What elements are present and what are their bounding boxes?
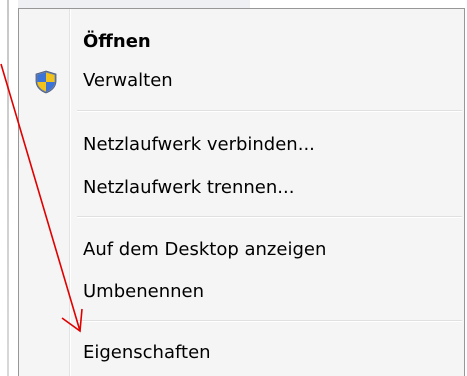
menu-item-open[interactable]: Öffnen (19, 23, 464, 63)
menu-item-manage[interactable]: Verwalten (19, 62, 464, 102)
menu-item-label: Netzlaufwerk verbinden... (83, 134, 315, 155)
menu-item-label: Eigenschaften (83, 342, 211, 363)
screenshot-canvas: Öffnen Verwalten Netzlaufwerk verbinden.… (0, 0, 467, 376)
menu-item-label: Öffnen (83, 31, 151, 52)
background-window-edge (0, 0, 18, 376)
menu-item-properties[interactable]: Eigenschaften (19, 334, 464, 374)
menu-item-show-on-desktop[interactable]: Auf dem Desktop anzeigen (19, 231, 464, 271)
menu-item-map-network-drive[interactable]: Netzlaufwerk verbinden... (19, 126, 464, 166)
shield-icon (33, 69, 59, 95)
menu-separator (77, 216, 462, 218)
window-border (7, 0, 9, 376)
menu-separator (77, 320, 462, 322)
context-menu: Öffnen Verwalten Netzlaufwerk verbinden.… (18, 8, 465, 376)
menu-item-label: Verwalten (83, 70, 173, 91)
menu-separator (77, 110, 462, 112)
menu-item-label: Auf dem Desktop anzeigen (83, 239, 327, 260)
menu-item-disconnect-network-drive[interactable]: Netzlaufwerk trennen... (19, 169, 464, 209)
menu-item-label: Netzlaufwerk trennen... (83, 177, 295, 198)
menu-item-rename[interactable]: Umbenennen (19, 273, 464, 313)
menu-item-label: Umbenennen (83, 281, 204, 302)
